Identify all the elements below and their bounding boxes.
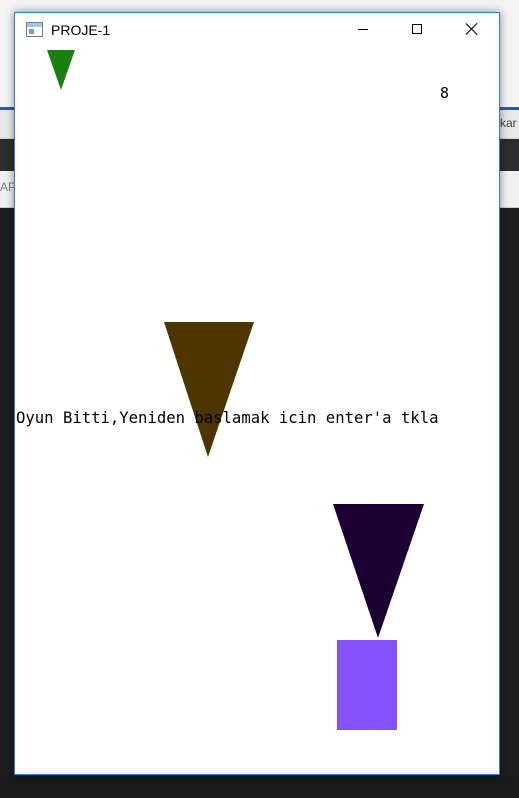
brown-triangle (164, 322, 254, 457)
minimize-button[interactable] (340, 13, 386, 45)
title-bar[interactable]: PROJE-1 (15, 13, 499, 47)
dark-purple-triangle (333, 504, 424, 638)
game-canvas[interactable]: 8 Oyun Bitti,Yeniden baslamak icin enter… (15, 47, 499, 774)
close-icon (465, 22, 479, 36)
background-ide-statusbar (0, 776, 519, 798)
close-button[interactable] (449, 13, 495, 45)
background-ide-text-right: kar (500, 116, 517, 130)
desktop: AP kar PROJE-1 8 Oyun Bitti,Yeniden basl (0, 0, 519, 798)
window-title: PROJE-1 (51, 22, 111, 38)
minimize-icon (358, 28, 368, 30)
app-window-icon (26, 22, 43, 37)
player-block (337, 640, 397, 730)
game-window[interactable]: PROJE-1 8 Oyun Bitti,Yeniden baslamak ic… (14, 12, 500, 775)
maximize-icon (412, 24, 422, 34)
maximize-button[interactable] (394, 13, 440, 45)
game-over-message: Oyun Bitti,Yeniden baslamak icin enter'a… (16, 409, 439, 427)
green-triangle (47, 50, 75, 90)
score-display: 8 (440, 84, 450, 102)
